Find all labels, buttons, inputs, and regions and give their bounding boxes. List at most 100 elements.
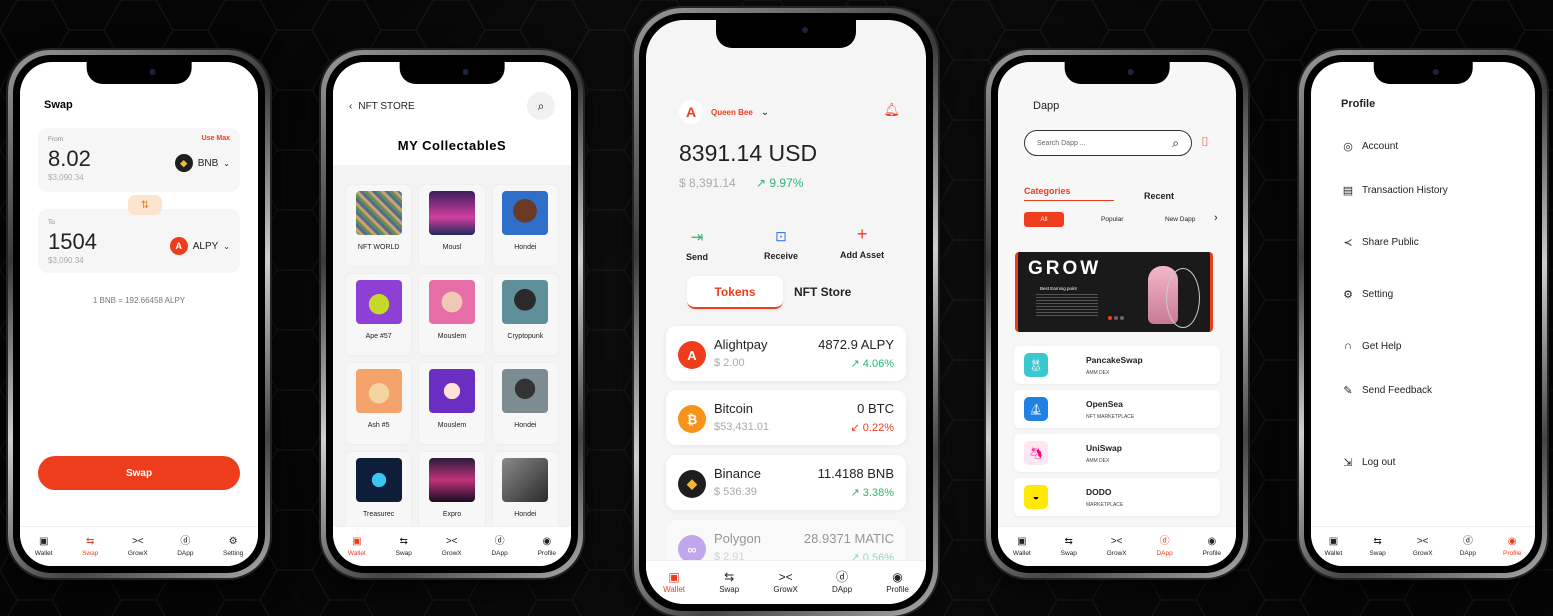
menu-setting[interactable]: ⚙ Setting bbox=[1341, 288, 1515, 301]
tab-categories[interactable]: Categories bbox=[1024, 186, 1114, 201]
uniswap-icon: 🦄︎ bbox=[1024, 441, 1048, 465]
menu-transaction-history[interactable]: ▤ Transaction History bbox=[1341, 184, 1515, 197]
tab-growx[interactable]: >< GrowX bbox=[128, 536, 148, 557]
nft-name: Cryptopunk bbox=[507, 333, 544, 340]
send-action[interactable]: ⇥ Send bbox=[686, 228, 708, 262]
promo-banner[interactable]: GROW Best Earning point bbox=[1015, 252, 1213, 332]
to-token-select[interactable]: A ALPY ⌄ bbox=[169, 237, 230, 255]
bell-icon[interactable]: 🔔︎ bbox=[883, 102, 900, 118]
menu-share-public[interactable]: ≺ Share Public bbox=[1341, 236, 1515, 249]
back-button[interactable]: ‹ NFT STORE bbox=[349, 101, 415, 112]
tab-dapp[interactable]: ⓓ DApp bbox=[177, 536, 193, 557]
nft-card[interactable]: Mouslem bbox=[418, 362, 486, 445]
account-selector[interactable]: A Queen Bee ⌄ bbox=[679, 100, 769, 124]
menu-get-help[interactable]: ∩ Get Help bbox=[1341, 340, 1515, 352]
tab-wallet[interactable]: ▣ Wallet bbox=[347, 535, 366, 557]
nft-name: Treasurec bbox=[363, 511, 395, 518]
tab-profile[interactable]: ◉ Profile bbox=[1203, 536, 1221, 557]
tab-dapp[interactable]: ⓓ DApp bbox=[1460, 536, 1476, 557]
tab-dapp[interactable]: ⓓ DApp bbox=[1156, 536, 1172, 557]
tab-swap[interactable]: ⇆ Swap bbox=[82, 536, 98, 557]
chevron-down-icon: ⌄ bbox=[760, 106, 770, 118]
menu-send-feedback[interactable]: ✎ Send Feedback bbox=[1341, 384, 1515, 397]
wallet-icon: ▣ bbox=[352, 535, 362, 547]
dapp-item-opensea[interactable]: ⛵︎ OpenSea NFT MARKETPLACE bbox=[1014, 390, 1220, 428]
dapp-item-pancakeswap[interactable]: 🐰︎ PancakeSwap AMM DEX bbox=[1014, 346, 1220, 384]
nft-card[interactable]: Cryptopunk bbox=[491, 273, 559, 356]
use-max-link[interactable]: Use Max bbox=[202, 135, 230, 142]
menu-account[interactable]: ◎ Account bbox=[1341, 140, 1515, 153]
nft-card[interactable]: Mousl bbox=[418, 184, 486, 267]
tab-dapp[interactable]: ⓓ DApp bbox=[491, 536, 507, 557]
nft-card[interactable]: Hondei bbox=[491, 184, 559, 267]
nft-card[interactable]: Treasurec bbox=[345, 451, 413, 534]
receive-label: Receive bbox=[764, 251, 799, 261]
tab-tokens[interactable]: Tokens bbox=[687, 276, 783, 309]
tab-wallet[interactable]: ▣ Wallet bbox=[663, 571, 685, 594]
chip-all[interactable]: All bbox=[1024, 212, 1064, 227]
search-input[interactable]: Search Dapp ... bbox=[1037, 140, 1086, 147]
gear-icon: ⚙ bbox=[228, 535, 238, 547]
menu-label: Send Feedback bbox=[1362, 385, 1433, 396]
token-row[interactable]: ◆ Binance $ 536.39 11.4188 BNB ↗ 3.38% bbox=[666, 455, 906, 510]
tab-swap[interactable]: ⇆ Swap bbox=[1061, 536, 1077, 557]
menu-log-out[interactable]: ⇲ Log out bbox=[1341, 456, 1515, 469]
token-row[interactable]: A Alightpay $ 2.00 4872.9 ALPY ↗ 4.06% bbox=[666, 326, 906, 381]
tab-label: Wallet bbox=[347, 549, 366, 557]
tab-growx[interactable]: >< GrowX bbox=[442, 536, 462, 557]
tab-label: GrowX bbox=[1412, 549, 1433, 557]
tab-recent[interactable]: Recent bbox=[1144, 191, 1174, 201]
tab-swap[interactable]: ⇆ Swap bbox=[719, 571, 739, 594]
tab-swap[interactable]: ⇆ Swap bbox=[1369, 535, 1385, 557]
tab-growx[interactable]: >< GrowX bbox=[1107, 536, 1127, 557]
bookmark-icon[interactable]: ⌷ bbox=[1201, 134, 1209, 150]
tab-wallet[interactable]: ▣ Wallet bbox=[35, 536, 53, 557]
swap-direction-button[interactable]: ⇅ bbox=[128, 195, 162, 215]
tab-profile[interactable]: ◉ Profile bbox=[1503, 536, 1522, 557]
token-row[interactable]: ₿ Bitcoin $53,431.01 0 BTC ↙ 0.22% bbox=[666, 390, 906, 445]
to-amount[interactable]: 1504 bbox=[48, 229, 97, 255]
opensea-icon: ⛵︎ bbox=[1024, 397, 1048, 421]
tab-label: Profile bbox=[1503, 549, 1522, 557]
tab-nft-store[interactable]: NFT Store bbox=[794, 285, 851, 299]
tab-setting[interactable]: ⚙ Setting bbox=[223, 535, 243, 557]
phone-dapp: Dapp Search Dapp ... ⌕ ⌷ Categories Rece… bbox=[986, 50, 1248, 578]
swap-icon: ⇆ bbox=[399, 535, 408, 547]
swap-button[interactable]: Swap bbox=[38, 456, 240, 490]
page-title: Dapp bbox=[1033, 100, 1060, 112]
tab-profile[interactable]: ◉ Profile bbox=[886, 571, 909, 594]
growx-icon: >< bbox=[1416, 535, 1429, 547]
from-token: BNB bbox=[197, 157, 219, 169]
chevron-right-icon[interactable]: › bbox=[1214, 212, 1218, 224]
tab-growx[interactable]: >< GrowX bbox=[773, 571, 797, 594]
tab-profile[interactable]: ◉ Profile bbox=[538, 536, 556, 557]
from-token-select[interactable]: ◆ BNB ⌄ bbox=[174, 154, 230, 172]
balance: 8391.14 USD bbox=[679, 140, 818, 166]
tab-wallet[interactable]: ▣ Wallet bbox=[1013, 536, 1031, 557]
nft-card[interactable]: NFT WORLD bbox=[345, 184, 413, 267]
nft-card[interactable]: Expro bbox=[418, 451, 486, 534]
add-asset-action[interactable]: + Add Asset bbox=[840, 224, 884, 260]
tab-swap[interactable]: ⇆ Swap bbox=[396, 535, 412, 557]
wallet-icon: ▣ bbox=[1328, 535, 1339, 547]
search-icon[interactable]: ⌕ bbox=[527, 92, 555, 120]
chip-new-dapp[interactable]: New Dapp bbox=[1165, 216, 1195, 223]
nft-card[interactable]: Ash #5 bbox=[345, 362, 413, 445]
dapp-item-dodo[interactable]: ◒ DODO MARKETPLACE bbox=[1014, 478, 1220, 516]
nft-card[interactable]: Hondei bbox=[491, 362, 559, 445]
from-amount[interactable]: 8.02 bbox=[48, 146, 91, 172]
tab-growx[interactable]: >< GrowX bbox=[1412, 535, 1433, 557]
search-bar[interactable]: Search Dapp ... ⌕ bbox=[1024, 130, 1192, 156]
from-card: From Use Max 8.02 $3,090.34 ◆ BNB ⌄ bbox=[38, 128, 240, 192]
tab-wallet[interactable]: ▣ Wallet bbox=[1325, 535, 1343, 557]
nft-card[interactable]: Hondei bbox=[491, 451, 559, 534]
nft-card[interactable]: Ape #57 bbox=[345, 273, 413, 356]
nft-card[interactable]: Mouslem bbox=[418, 273, 486, 356]
swap-icon: ⇆ bbox=[1373, 535, 1382, 547]
nft-image bbox=[502, 191, 549, 235]
receive-action[interactable]: ⊡ Receive bbox=[764, 228, 798, 261]
tab-dapp[interactable]: ⓓ DApp bbox=[832, 571, 852, 594]
chip-popular[interactable]: Popular bbox=[1101, 216, 1123, 223]
dapp-item-uniswap[interactable]: 🦄︎ UniSwap AMM DEX bbox=[1014, 434, 1220, 472]
banner-title: GROW bbox=[1028, 258, 1102, 279]
